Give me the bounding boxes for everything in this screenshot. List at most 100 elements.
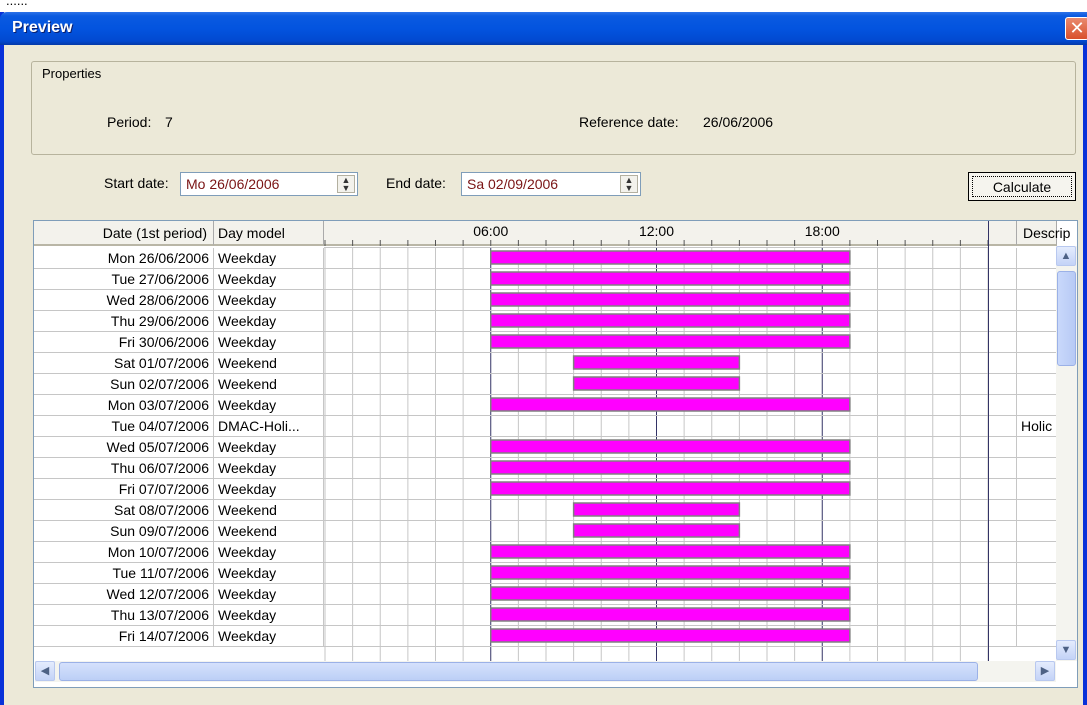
row-day-model-cell[interactable]: Weekday <box>214 311 324 332</box>
working-time-bar <box>490 565 851 580</box>
row-description-cell[interactable] <box>1017 563 1057 584</box>
row-date-cell[interactable]: Wed 12/07/2006 <box>34 584 214 605</box>
row-description-cell[interactable] <box>1017 290 1057 311</box>
row-day-model-cell[interactable]: Weekday <box>214 542 324 563</box>
horizontal-scroll-thumb[interactable] <box>59 662 978 681</box>
row-description-cell[interactable] <box>1017 374 1057 395</box>
row-date-cell[interactable]: Wed 05/07/2006 <box>34 437 214 458</box>
row-day-model-cell[interactable]: Weekday <box>214 437 324 458</box>
vertical-scrollbar[interactable]: ▲ ▼ <box>1056 246 1077 661</box>
row-day-model-cell[interactable]: Weekday <box>214 605 324 626</box>
row-date-cell[interactable]: Sun 09/07/2006 <box>34 521 214 542</box>
title-bar[interactable]: Preview ✕ <box>0 12 1087 45</box>
properties-legend: Properties <box>38 66 106 81</box>
row-gap-cell <box>989 437 1017 458</box>
row-day-model-cell[interactable]: Weekend <box>214 521 324 542</box>
row-description-cell[interactable] <box>1017 395 1057 416</box>
row-day-model-cell[interactable]: Weekend <box>214 353 324 374</box>
row-gap-cell <box>989 563 1017 584</box>
column-header-gap <box>989 221 1017 246</box>
row-day-model-cell[interactable]: Weekend <box>214 374 324 395</box>
row-day-model-cell[interactable]: Weekday <box>214 458 324 479</box>
row-date-cell[interactable]: Sat 01/07/2006 <box>34 353 214 374</box>
row-date-cell[interactable]: Fri 30/06/2006 <box>34 332 214 353</box>
working-time-bar <box>490 628 851 643</box>
row-day-model-cell[interactable]: Weekday <box>214 395 324 416</box>
row-gap-cell <box>989 605 1017 626</box>
row-day-model-cell[interactable]: Weekday <box>214 479 324 500</box>
row-description-cell[interactable] <box>1017 521 1057 542</box>
reference-date-value: 26/06/2006 <box>703 114 774 130</box>
row-gap-cell <box>989 479 1017 500</box>
working-time-bar <box>490 334 851 349</box>
working-time-bar <box>490 397 851 412</box>
end-date-spin-buttons[interactable]: ▲ ▼ <box>620 175 638 193</box>
row-date-cell[interactable]: Mon 03/07/2006 <box>34 395 214 416</box>
row-day-model-cell[interactable]: Weekday <box>214 248 324 269</box>
column-header-day-model[interactable]: Day model <box>214 221 324 246</box>
row-description-cell[interactable] <box>1017 584 1057 605</box>
row-date-cell[interactable]: Sat 08/07/2006 <box>34 500 214 521</box>
spin-down-icon[interactable]: ▼ <box>338 184 354 193</box>
row-description-cell[interactable] <box>1017 248 1057 269</box>
row-gap-cell <box>989 311 1017 332</box>
time-tick-label: 06:00 <box>473 223 508 239</box>
row-description-cell[interactable] <box>1017 269 1057 290</box>
row-date-cell[interactable]: Sun 02/07/2006 <box>34 374 214 395</box>
working-time-bar <box>572 502 741 517</box>
row-date-cell[interactable]: Thu 06/07/2006 <box>34 458 214 479</box>
row-description-cell[interactable] <box>1017 332 1057 353</box>
row-gap-cell <box>989 290 1017 311</box>
start-date-spin-buttons[interactable]: ▲ ▼ <box>337 175 355 193</box>
scroll-down-icon[interactable]: ▼ <box>1056 640 1076 660</box>
row-day-model-cell[interactable]: Weekday <box>214 290 324 311</box>
column-header-date[interactable]: Date (1st period) <box>34 221 214 246</box>
row-date-cell[interactable]: Fri 07/07/2006 <box>34 479 214 500</box>
row-description-cell[interactable] <box>1017 479 1057 500</box>
period-value: 7 <box>165 114 173 130</box>
row-day-model-cell[interactable]: Weekday <box>214 332 324 353</box>
working-time-bar <box>490 586 851 601</box>
row-description-cell[interactable] <box>1017 458 1057 479</box>
row-date-cell[interactable]: Fri 14/07/2006 <box>34 626 214 647</box>
row-date-cell[interactable]: Tue 11/07/2006 <box>34 563 214 584</box>
row-day-model-cell[interactable]: DMAC-Holi... <box>214 416 324 437</box>
calculate-button[interactable]: Calculate <box>968 172 1076 201</box>
spin-down-icon[interactable]: ▼ <box>621 184 637 193</box>
row-gap-cell <box>989 374 1017 395</box>
row-date-cell[interactable]: Thu 13/07/2006 <box>34 605 214 626</box>
row-day-model-cell[interactable]: Weekday <box>214 269 324 290</box>
row-description-cell[interactable] <box>1017 605 1057 626</box>
close-button[interactable]: ✕ <box>1065 17 1087 40</box>
working-time-bar <box>572 523 741 538</box>
row-date-cell[interactable]: Mon 26/06/2006 <box>34 248 214 269</box>
row-date-cell[interactable]: Tue 04/07/2006 <box>34 416 214 437</box>
row-gap-cell <box>989 269 1017 290</box>
row-description-cell[interactable] <box>1017 437 1057 458</box>
row-date-cell[interactable]: Wed 28/06/2006 <box>34 290 214 311</box>
row-day-model-cell[interactable]: Weekday <box>214 563 324 584</box>
row-day-model-cell[interactable]: Weekend <box>214 500 324 521</box>
window-title: Preview <box>12 19 73 36</box>
horizontal-scrollbar[interactable]: ◀ ▶ <box>35 661 1056 682</box>
vertical-scroll-thumb[interactable] <box>1057 271 1076 366</box>
row-description-cell[interactable] <box>1017 542 1057 563</box>
end-date-spinner[interactable]: Sa 02/09/2006 ▲ ▼ <box>461 172 641 196</box>
row-description-cell[interactable] <box>1017 311 1057 332</box>
row-day-model-cell[interactable]: Weekday <box>214 584 324 605</box>
row-day-model-cell[interactable]: Weekday <box>214 626 324 647</box>
row-gap-cell <box>989 521 1017 542</box>
row-description-cell[interactable] <box>1017 353 1057 374</box>
working-time-bar <box>490 250 851 265</box>
scroll-up-icon[interactable]: ▲ <box>1056 246 1076 266</box>
row-date-cell[interactable]: Thu 29/06/2006 <box>34 311 214 332</box>
row-date-cell[interactable]: Mon 10/07/2006 <box>34 542 214 563</box>
row-description-cell[interactable] <box>1017 500 1057 521</box>
row-description-cell[interactable] <box>1017 626 1057 647</box>
row-date-cell[interactable]: Tue 27/06/2006 <box>34 269 214 290</box>
column-header-description[interactable]: Descrip <box>1017 221 1070 246</box>
start-date-spinner[interactable]: Mo 26/06/2006 ▲ ▼ <box>180 172 358 196</box>
scroll-right-icon[interactable]: ▶ <box>1035 661 1055 681</box>
scroll-left-icon[interactable]: ◀ <box>35 661 55 681</box>
row-description-cell[interactable]: Holic <box>1017 416 1057 437</box>
